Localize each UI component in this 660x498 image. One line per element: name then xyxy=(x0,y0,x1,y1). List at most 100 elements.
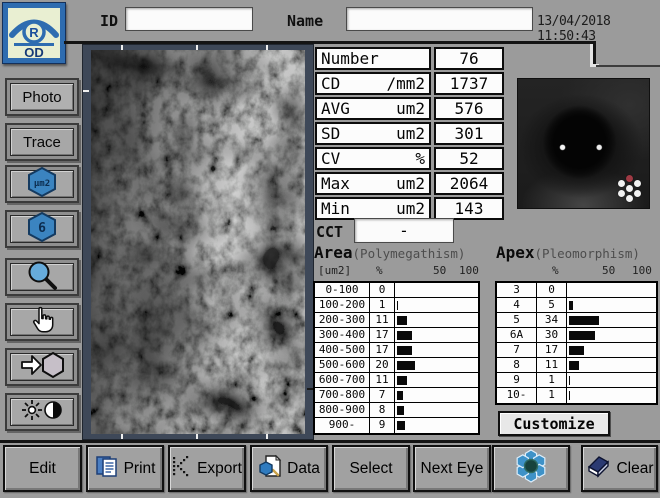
eye-alignment-photo[interactable] xyxy=(517,78,650,209)
cct-label: CCT xyxy=(316,223,343,241)
histogram-bar xyxy=(397,361,415,370)
stat-unit: um2 xyxy=(396,99,425,118)
histogram-bar xyxy=(569,316,599,325)
select-button[interactable]: Select xyxy=(332,445,410,492)
fixation-dot xyxy=(618,190,625,197)
hexagonality-display-button[interactable]: 6 xyxy=(5,210,79,248)
histogram-row: 200-30011 xyxy=(315,313,478,328)
stat-unit: um2 xyxy=(396,174,425,193)
customize-button-label: Customize xyxy=(513,415,594,433)
histogram-bar xyxy=(397,406,404,415)
printer-icon xyxy=(95,453,119,484)
hexagon-6-icon: 6 xyxy=(26,211,58,247)
next-eye-button[interactable]: Next Eye xyxy=(413,445,491,492)
histogram-bar xyxy=(397,301,398,310)
fixation-dot-active xyxy=(626,175,633,182)
eraser-icon xyxy=(585,453,611,484)
zoom-button[interactable] xyxy=(5,258,79,296)
area-scale-50: 50 xyxy=(433,264,446,277)
histogram-bar xyxy=(569,391,570,400)
histogram-bar xyxy=(569,331,595,340)
id-input[interactable] xyxy=(125,7,253,31)
od-eye-logo-icon: R OD xyxy=(8,8,60,58)
endothelium-cell-image[interactable] xyxy=(91,50,305,434)
name-input[interactable] xyxy=(346,7,533,31)
histogram-row: 400-50017 xyxy=(315,343,478,358)
apex-subtitle: (Pleomorphism) xyxy=(535,246,640,261)
histogram-row: 30 xyxy=(497,283,656,298)
histogram-row: 100-2001 xyxy=(315,298,478,313)
stat-name: Max xyxy=(321,174,350,193)
data-button[interactable]: Data xyxy=(250,445,328,492)
print-button[interactable]: Print xyxy=(86,445,164,492)
hand-select-button[interactable] xyxy=(5,303,79,341)
brightness-contrast-button[interactable] xyxy=(5,393,79,431)
histogram-bar xyxy=(397,421,405,430)
hex-flower-icon xyxy=(512,447,550,490)
table-row: SDum2 301 xyxy=(315,122,504,145)
stat-name: CD xyxy=(321,74,340,93)
cct-value-box[interactable]: - xyxy=(354,218,454,243)
ruler-tick xyxy=(121,434,123,439)
clear-button[interactable]: Clear xyxy=(581,445,658,492)
export-button[interactable]: Export xyxy=(168,445,246,492)
svg-text:R: R xyxy=(29,25,39,40)
datetime-display: 13/04/2018 11:50:43 xyxy=(537,14,660,44)
eye-side-logo-button[interactable]: R OD xyxy=(2,2,66,64)
divider-step-horizontal xyxy=(596,65,660,67)
histogram-bar xyxy=(569,376,570,385)
histogram-row: 800-9008 xyxy=(315,403,478,418)
next-eye-button-label: Next Eye xyxy=(421,460,484,478)
stat-name: AVG xyxy=(321,99,350,118)
histogram-bar xyxy=(397,316,407,325)
apex-title: Apex xyxy=(496,243,535,262)
edit-button[interactable]: Edit xyxy=(3,445,82,492)
image-shading-overlay xyxy=(91,50,305,434)
histogram-row: 534 xyxy=(497,313,656,328)
hex-flower-menu-button[interactable] xyxy=(492,445,570,492)
apex-scale-50: 50 xyxy=(602,264,615,277)
table-row: AVGum2 576 xyxy=(315,97,504,120)
fixation-dot xyxy=(626,185,633,192)
table-row: Max um2 2064 xyxy=(315,172,504,195)
trace-button[interactable]: Trace xyxy=(5,123,79,161)
photo-button[interactable]: Photo xyxy=(5,78,79,116)
magnifier-icon xyxy=(26,259,58,295)
histogram-row: 10-1 xyxy=(497,388,656,403)
table-row: Number 76 xyxy=(315,47,504,70)
analyzer-screen: R OD ID Name 13/04/2018 11:50:43 Photo T… xyxy=(0,0,660,498)
data-page-icon xyxy=(258,453,282,484)
customize-button[interactable]: Customize xyxy=(498,411,610,436)
apply-hexagon-button[interactable] xyxy=(5,348,79,386)
ruler-tick xyxy=(83,90,89,92)
measurement-stats-table: Number 76 CD/mm2 1737 AVGum2 576 SDum2 3… xyxy=(315,47,504,222)
svg-text:6: 6 xyxy=(38,221,46,236)
stat-name: SD xyxy=(321,124,340,143)
um2-hexagon-icon: µm2 xyxy=(26,166,58,202)
area-title: Area xyxy=(314,243,353,262)
area-section-title: Area(Polymegathism) xyxy=(314,243,465,262)
table-row: Minum2 143 xyxy=(315,197,504,220)
apex-section-title: Apex(Pleomorphism) xyxy=(496,243,640,262)
area-subtitle: (Polymegathism) xyxy=(353,246,466,261)
histogram-bar xyxy=(397,391,403,400)
export-button-label: Export xyxy=(197,460,242,478)
svg-text:OD: OD xyxy=(24,45,44,58)
stat-unit: um2 xyxy=(396,199,425,218)
histogram-bar xyxy=(397,331,412,340)
fixation-dot xyxy=(634,180,641,187)
area-percent-header: % xyxy=(376,264,383,277)
ruler-tick xyxy=(121,45,123,50)
stat-value: 2064 xyxy=(434,172,504,195)
histogram-bar xyxy=(569,361,579,370)
photo-button-label: Photo xyxy=(10,83,74,111)
cell-area-display-button[interactable]: µm2 xyxy=(5,165,79,203)
histogram-row: 600-70011 xyxy=(315,373,478,388)
histogram-bar xyxy=(397,376,407,385)
area-unit-header: [um2] xyxy=(318,264,351,277)
histogram-row: 500-60020 xyxy=(315,358,478,373)
fixation-dot xyxy=(634,190,641,197)
stat-name: CV xyxy=(321,149,340,168)
table-row: CV% 52 xyxy=(315,147,504,170)
ruler-tick xyxy=(196,45,198,50)
